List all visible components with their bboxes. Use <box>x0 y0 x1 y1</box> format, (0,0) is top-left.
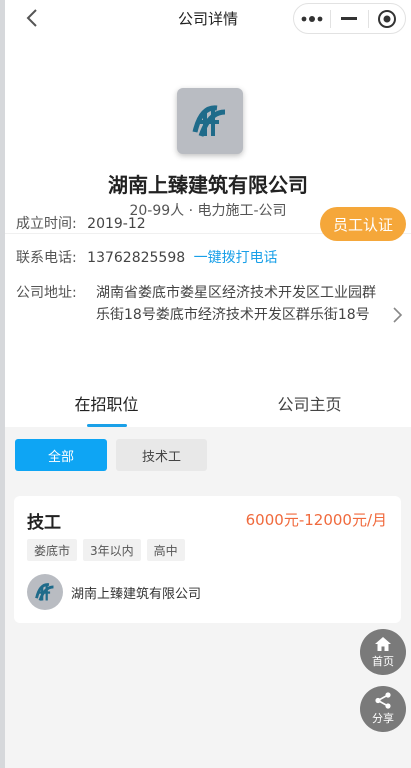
share-button[interactable]: 分享 <box>360 686 406 732</box>
share-icon <box>375 692 391 709</box>
company-detail-page: 公司详情 湖南上臻建筑有限公司 20-99人 · 电力施工-公司 成立时间: 2… <box>5 0 411 768</box>
tab-label: 公司主页 <box>277 395 342 414</box>
tab-active-indicator <box>87 424 127 427</box>
founded-row: 成立时间: 2019-12 <box>16 213 146 235</box>
filter-technician[interactable]: 技术工 <box>116 439 207 471</box>
filter-chips: 全部 技术工 <box>15 439 207 471</box>
home-icon <box>375 636 391 651</box>
call-link[interactable]: 一键拨打电话 <box>194 250 278 266</box>
minimize-button[interactable] <box>331 4 367 33</box>
address-value[interactable]: 湖南省娄底市娄星区经济技术开发区工业园群乐街18号娄底市经济技术开发区群乐街18… <box>96 282 386 326</box>
close-button[interactable] <box>369 4 405 33</box>
phone-value: 13762825598 <box>87 250 186 266</box>
job-company-name: 湖南上臻建筑有限公司 <box>71 586 202 602</box>
founded-value: 2019-12 <box>87 216 146 232</box>
job-tag-city: 娄底市 <box>27 539 78 561</box>
minimize-icon <box>341 16 358 20</box>
nav-bar: 公司详情 <box>5 0 411 36</box>
target-circle-icon <box>377 9 396 28</box>
home-label: 首页 <box>372 654 394 668</box>
phone-label: 联系电话: <box>16 250 77 266</box>
company-logo-icon <box>192 105 226 137</box>
share-label: 分享 <box>372 712 394 725</box>
tab-label: 在招职位 <box>74 395 139 414</box>
job-tag-experience: 3年以内 <box>83 539 141 561</box>
job-tags: 娄底市 3年以内 高中 <box>27 539 185 561</box>
mini-program-capsule <box>293 3 406 34</box>
company-name: 湖南上臻建筑有限公司 <box>108 173 308 197</box>
job-company: 湖南上臻建筑有限公司 <box>27 574 201 610</box>
company-avatar <box>27 574 63 610</box>
phone-row: 联系电话: 13762825598 一键拨打电话 <box>16 247 278 269</box>
job-title: 技工 <box>27 513 61 533</box>
more-button[interactable] <box>294 4 330 33</box>
address-label: 公司地址: <box>16 285 77 301</box>
company-logo-icon <box>35 583 54 601</box>
employee-verify-button[interactable]: 员工认证 <box>320 207 406 241</box>
filter-all[interactable]: 全部 <box>15 439 107 471</box>
tab-bar: 在招职位 公司主页 <box>5 369 411 427</box>
job-salary: 6000元-12000元/月 <box>245 511 387 529</box>
company-logo <box>177 88 243 154</box>
chevron-right-icon <box>393 307 403 323</box>
founded-label: 成立时间: <box>16 216 77 232</box>
company-header: 湖南上臻建筑有限公司 20-99人 · 电力施工-公司 <box>5 36 411 234</box>
job-card[interactable]: 技工 6000元-12000元/月 娄底市 3年以内 高中 湖南上臻建筑有限公司 <box>14 496 401 623</box>
home-button[interactable]: 首页 <box>360 629 406 675</box>
tab-company-home[interactable]: 公司主页 <box>208 369 411 427</box>
more-dots-icon <box>301 15 323 22</box>
tab-open-positions[interactable]: 在招职位 <box>5 369 208 427</box>
address-arrow[interactable] <box>391 306 403 324</box>
job-tag-education: 高中 <box>146 539 185 561</box>
